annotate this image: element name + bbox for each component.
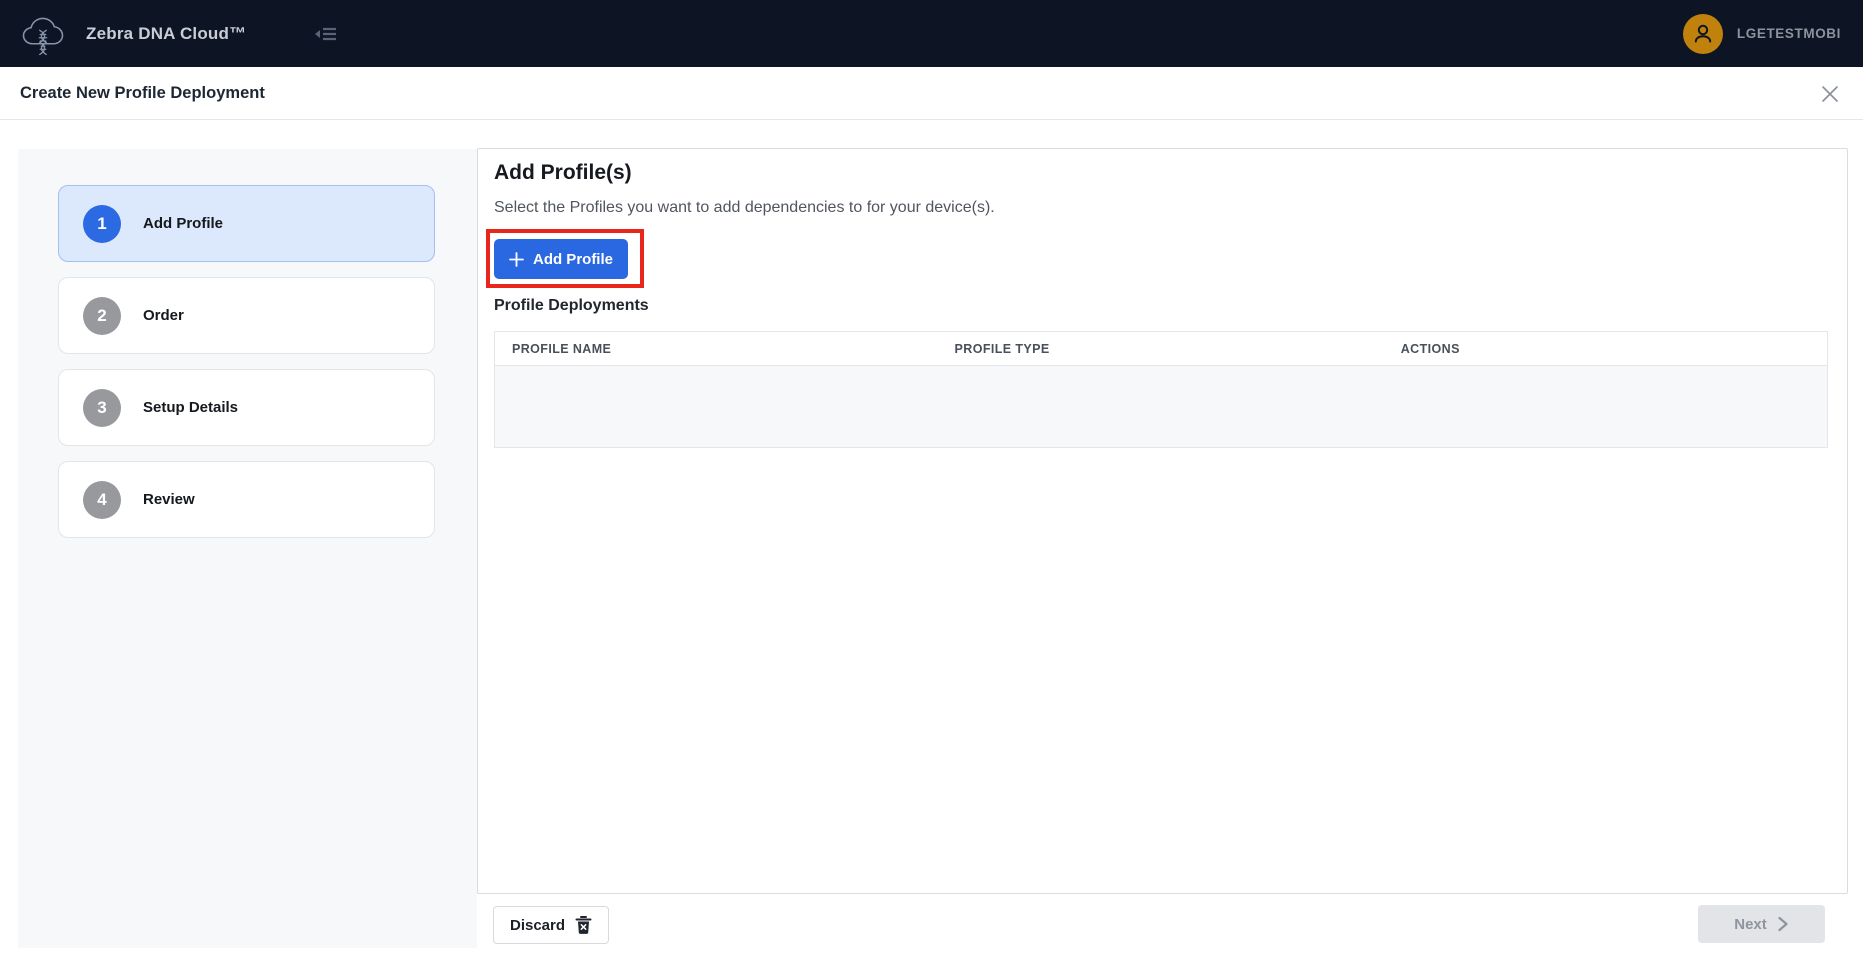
stepper-item-review[interactable]: 4 Review [58, 461, 435, 538]
column-header-actions: ACTIONS [1401, 342, 1827, 356]
add-profile-button-label: Add Profile [533, 251, 613, 268]
step-number-badge: 3 [83, 389, 121, 427]
chevron-right-icon [1777, 916, 1789, 932]
app-title: Zebra DNA Cloud™ [86, 24, 246, 44]
stepper-item-setup-details[interactable]: 3 Setup Details [58, 369, 435, 446]
close-icon [1820, 84, 1840, 104]
page-title-bar: Create New Profile Deployment [0, 67, 1863, 120]
add-profile-button[interactable]: Add Profile [494, 239, 628, 279]
menu-collapse-button[interactable] [308, 17, 342, 51]
table-empty-body [495, 366, 1827, 447]
close-button[interactable] [1817, 81, 1843, 107]
step-number-badge: 1 [83, 205, 121, 243]
stepper-item-add-profile[interactable]: 1 Add Profile [58, 185, 435, 262]
menu-collapse-icon [311, 20, 339, 48]
profile-deployments-label: Profile Deployments [494, 297, 649, 315]
next-button[interactable]: Next [1698, 905, 1825, 943]
section-subheading: Select the Profiles you want to add depe… [494, 199, 995, 217]
step-label: Order [143, 307, 184, 324]
section-heading: Add Profile(s) [494, 161, 632, 185]
profile-deployments-table: PROFILE NAME PROFILE TYPE ACTIONS [494, 331, 1828, 448]
next-button-label: Next [1734, 916, 1767, 933]
plus-icon [509, 252, 524, 267]
column-header-profile-type: PROFILE TYPE [955, 342, 1401, 356]
discard-button[interactable]: Discard [493, 906, 609, 944]
app-header: Zebra DNA Cloud™ LGETESTMOBI [0, 0, 1863, 67]
table-header-row: PROFILE NAME PROFILE TYPE ACTIONS [495, 332, 1827, 366]
step-number-badge: 2 [83, 297, 121, 335]
main-panel: Add Profile(s) Select the Profiles you w… [477, 148, 1848, 894]
page-title: Create New Profile Deployment [20, 84, 265, 103]
user-name-label: LGETESTMOBI [1737, 26, 1841, 41]
stepper-item-order[interactable]: 2 Order [58, 277, 435, 354]
step-label: Setup Details [143, 399, 238, 416]
stepper-panel: 1 Add Profile 2 Order 3 Setup Details 4 … [18, 149, 477, 948]
step-label: Review [143, 491, 195, 508]
discard-button-label: Discard [510, 917, 565, 934]
step-label: Add Profile [143, 215, 223, 232]
column-header-profile-name: PROFILE NAME [495, 342, 955, 356]
user-avatar[interactable] [1683, 14, 1723, 54]
step-number-badge: 4 [83, 481, 121, 519]
person-icon [1690, 21, 1716, 47]
dna-cloud-logo-icon [16, 7, 70, 61]
user-menu[interactable]: LGETESTMOBI [1683, 14, 1841, 54]
delete-forever-icon [575, 916, 592, 934]
